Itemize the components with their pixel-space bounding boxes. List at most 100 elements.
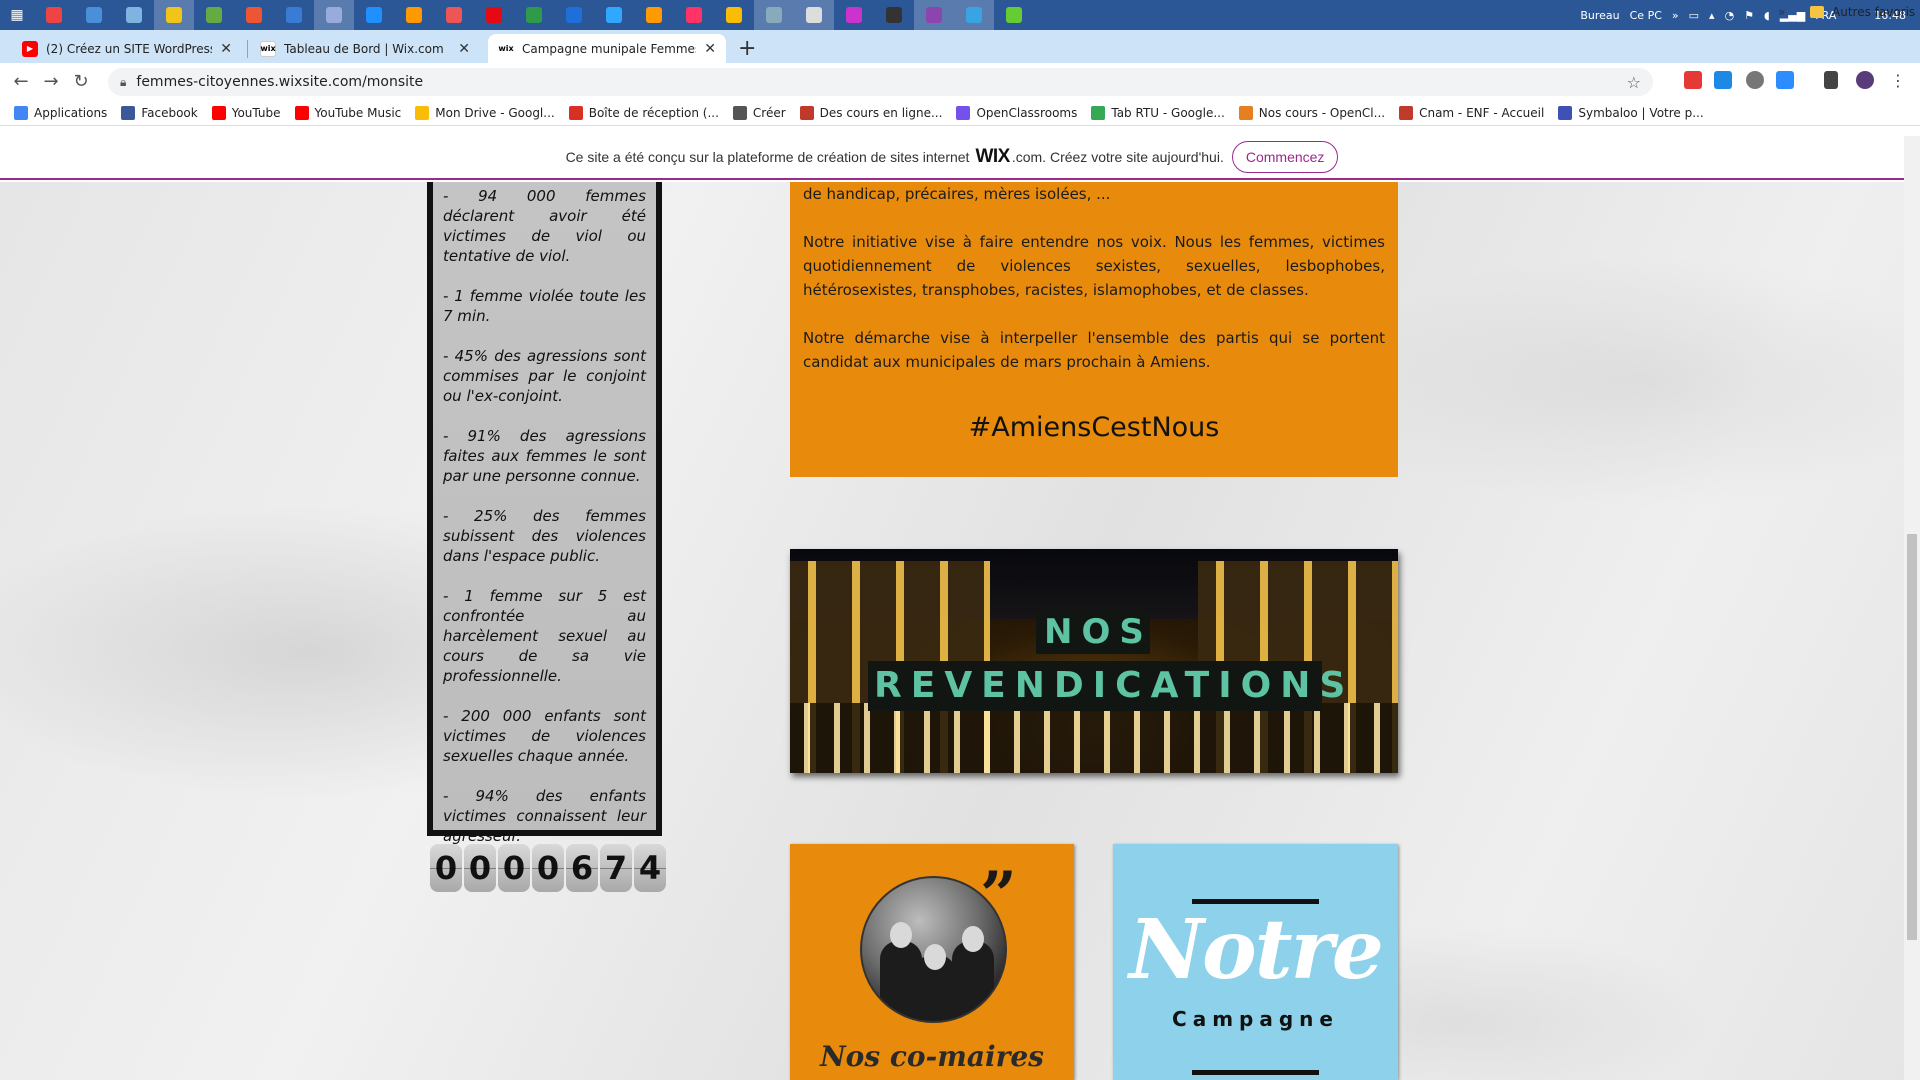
lock-icon[interactable]: 🔒︎ [120,75,126,90]
revendications-banner[interactable]: NOS REVENDICATIONS [790,549,1398,773]
reload-icon[interactable]: ↻ [66,71,96,92]
tab-title: (2) Créez un SITE WordPress - Tu [46,41,213,56]
menu-kebab-icon[interactable]: ⋮ [1890,71,1908,90]
taskbar-app-icon[interactable] [274,0,314,30]
initiative-text-box: de handicap, précaires, mères isolées, .… [790,182,1398,477]
app-icon [526,7,542,23]
app-icon [246,7,262,23]
close-icon[interactable]: ✕ [458,41,470,57]
volume-icon[interactable]: ◖ [1764,9,1770,22]
bureau-toolbar[interactable]: Bureau [1580,9,1619,22]
taskbar-app-icon[interactable] [114,0,154,30]
wix-logo[interactable]: WIX [975,146,1010,168]
bookmark-item[interactable]: Nos cours - OpenCl... [1238,105,1385,120]
counter-digit: 4 [634,844,666,892]
taskbar-app-icon[interactable] [394,0,434,30]
app-icon [566,7,582,23]
bookmarks-more-icon[interactable]: » [1778,5,1785,19]
bookmark-label: Boîte de réception (... [588,105,719,120]
counter-digit: 6 [566,844,598,892]
extension-zoom-icon[interactable] [1776,71,1794,89]
bookmark-favicon-icon [121,105,136,120]
bookmark-favicon-icon [14,105,28,120]
extension-x-icon[interactable] [1714,71,1732,89]
taskbar-app-icon[interactable] [474,0,514,30]
stat-item: - 45% des agressions sont commises par l… [443,347,646,405]
keyboard-icon[interactable]: ▭ [1689,9,1699,22]
tab-wix-dashboard[interactable]: wix Tableau de Bord | Wix.com ✕ [250,34,480,63]
taskbar-app-icon[interactable] [714,0,754,30]
co-maires-label: Nos co-maires [820,1040,1044,1073]
new-tab-icon[interactable]: + [738,36,756,61]
bookmark-item[interactable]: Facebook [121,105,198,120]
folder-icon [1810,6,1824,18]
app-icon [126,7,142,23]
tab-campagne[interactable]: wix Campagne munipale Femmes Ci ✕ [488,34,726,63]
bookmark-item[interactable]: Créer [732,105,786,120]
taskbar-app-icon[interactable] [874,0,914,30]
co-maires-card[interactable]: ” Nos co-maires [790,844,1074,1080]
bookmark-item[interactable]: Boîte de réception (... [568,105,719,120]
taskbar-app-icon[interactable] [154,0,194,30]
app-icon [886,7,902,23]
taskbar-app-icon[interactable] [194,0,234,30]
person-head [924,944,946,970]
taskbar-app-icon[interactable] [674,0,714,30]
taskbar-app-icon[interactable] [754,0,794,30]
cepc-toolbar[interactable]: Ce PC [1630,9,1662,22]
taskbar-app-icon[interactable] [74,0,114,30]
taskbar-app-icon[interactable] [34,0,74,30]
taskbar-app-icon[interactable] [834,0,874,30]
close-icon[interactable]: ✕ [220,41,232,57]
extension-pocket-icon[interactable] [1684,71,1702,89]
taskbar-app-icon[interactable] [314,0,354,30]
notre-campagne-card[interactable]: Notre Campagne [1113,844,1398,1080]
taskbar-app-icon[interactable] [994,0,1034,30]
taskbar-app-icon[interactable] [634,0,674,30]
taskbar-app-icon[interactable] [554,0,594,30]
bookmark-star-icon[interactable]: ☆ [1627,73,1641,92]
scrollbar-thumb[interactable] [1907,534,1917,940]
bookmark-item[interactable]: Cnam - ENF - Accueil [1399,105,1544,120]
taskbar-app-icon[interactable] [354,0,394,30]
counter-digit: 0 [430,844,462,892]
close-icon[interactable]: ✕ [704,41,716,57]
stat-item: - 200 000 enfants sont victimes de viole… [443,707,646,765]
bookmark-item[interactable]: Mon Drive - Googl... [415,105,555,120]
forward-icon[interactable]: → [36,71,66,92]
taskbar-app-icon[interactable] [514,0,554,30]
wix-favicon-icon: wix [260,40,276,57]
bookmark-item[interactable]: Symbaloo | Votre p... [1558,105,1704,120]
taskbar-app-icon[interactable] [234,0,274,30]
taskbar-app-icon[interactable] [594,0,634,30]
other-bookmarks[interactable]: Autres favoris [1810,5,1915,19]
bookmark-item[interactable]: YouTube Music [294,105,401,120]
network-icon[interactable]: ◔ [1725,9,1735,22]
profile-avatar-icon[interactable] [1856,71,1874,89]
app-icon [806,7,822,23]
bookmark-item[interactable]: YouTube [211,105,281,120]
counter-digit: 0 [498,844,530,892]
flag-icon[interactable]: ⚑ [1744,9,1754,22]
taskbar-app-icon[interactable] [794,0,834,30]
url-input[interactable]: 🔒︎ femmes-citoyennes.wixsite.com/monsite… [108,68,1653,96]
chevron-up-icon[interactable]: ▴ [1709,9,1715,22]
stat-item: - 25% des femmes subissent des violences… [443,507,646,565]
bookmark-favicon-icon [568,105,583,120]
taskbar-app-icon[interactable] [434,0,474,30]
bookmark-item[interactable]: OpenClassrooms [956,105,1077,120]
windows-start-icon[interactable]: ▦ [0,0,34,30]
bookmark-label: Créer [752,105,786,120]
page-scrollbar[interactable] [1904,136,1920,1080]
chevron-right-icon[interactable]: » [1672,9,1679,22]
bookmark-item[interactable]: Des cours en ligne... [799,105,942,120]
bookmark-item[interactable]: Applications [14,105,107,120]
commencez-button[interactable]: Commencez [1231,141,1339,173]
extension-puzzle-icon[interactable] [1746,71,1764,89]
back-icon[interactable]: ← [6,71,36,92]
taskbar-app-icon[interactable] [914,0,954,30]
media-queue-icon[interactable] [1824,71,1838,89]
taskbar-app-icon[interactable] [954,0,994,30]
bookmark-item[interactable]: Tab RTU - Google... [1091,105,1225,120]
tab-wordpress[interactable]: ▶ (2) Créez un SITE WordPress - Tu ✕ [12,34,242,63]
